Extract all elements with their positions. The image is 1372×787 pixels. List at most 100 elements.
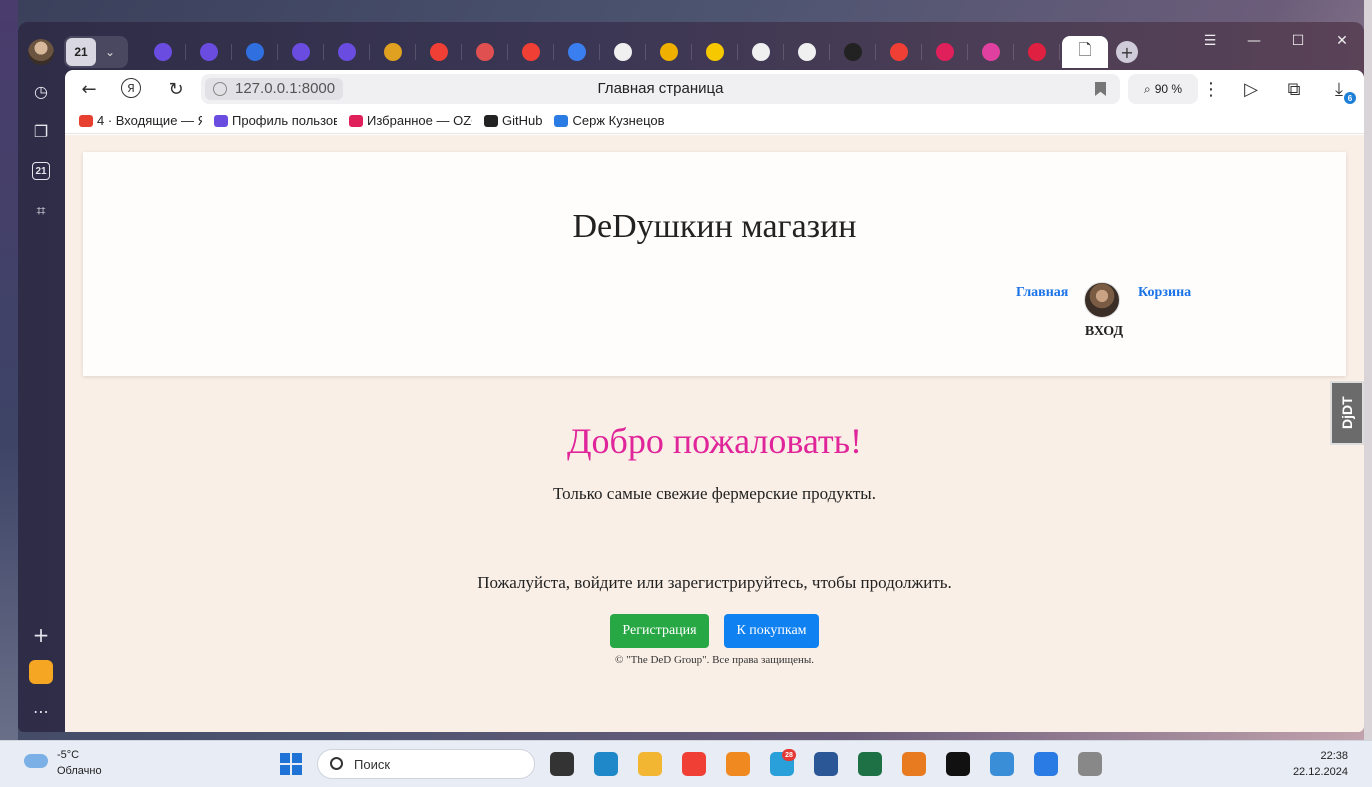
- media-player-icon: [902, 752, 926, 776]
- taskbar-app[interactable]: [1024, 749, 1068, 779]
- docs-icon: [246, 43, 264, 61]
- web-page: DeDушкин магазин Главная ВХОД Корзина До…: [65, 135, 1364, 732]
- site-header: DeDушкин магазин Главная ВХОД Корзина: [83, 152, 1346, 376]
- nav-cart-link[interactable]: Корзина: [1138, 285, 1191, 301]
- more-icon[interactable]: ⋯: [30, 700, 52, 722]
- new-tab-button[interactable]: +: [1116, 41, 1138, 63]
- taskbar-app[interactable]: [540, 749, 584, 779]
- close-button[interactable]: ✕: [1320, 30, 1364, 52]
- copyright: © "The DeD Group". Все права защищены.: [615, 654, 814, 666]
- welcome-heading: Добро пожаловать!: [566, 421, 863, 461]
- add-panel-icon[interactable]: +: [30, 623, 52, 647]
- taskbar-app[interactable]: [628, 749, 672, 779]
- address-page-title: Главная страница: [597, 80, 724, 97]
- toolbar: ← Я ↻ 127.0.0.1:8000 Главная страница ⌕ …: [65, 70, 1364, 108]
- zoom-button[interactable]: ⌕ 90 %: [1128, 74, 1198, 104]
- search-placeholder: Поиск: [354, 757, 391, 772]
- back-arrow-icon[interactable]: ←: [78, 78, 100, 100]
- maximize-button[interactable]: ☐: [1276, 30, 1320, 52]
- address-bar[interactable]: 127.0.0.1:8000 Главная страница: [201, 74, 1120, 104]
- tab-0[interactable]: [140, 40, 186, 64]
- tab-12[interactable]: [692, 40, 738, 64]
- tab-11[interactable]: [646, 40, 692, 64]
- bookmark-label: Профиль пользов: [232, 113, 337, 128]
- tab-19[interactable]: [1014, 40, 1060, 64]
- weather-temperature[interactable]: -5°C: [57, 749, 79, 761]
- taskbar-app[interactable]: [892, 749, 936, 779]
- taskbar-app[interactable]: [584, 749, 628, 779]
- bookmark-item[interactable]: Избранное — OZO: [349, 113, 472, 128]
- ozon-icon: [936, 43, 954, 61]
- wifi-profile-icon: [338, 43, 356, 61]
- tab-7[interactable]: [462, 40, 508, 64]
- bookmarks-bar: 4 · Входящие — Ян Профиль пользов Избранно…: [65, 108, 1364, 134]
- image-icon: [660, 43, 678, 61]
- mail-app-icon[interactable]: [29, 660, 53, 684]
- taskbar-app[interactable]: [1068, 749, 1112, 779]
- tab-15[interactable]: [830, 40, 876, 64]
- tab-17[interactable]: [922, 40, 968, 64]
- nav-home-link[interactable]: Главная: [1016, 285, 1068, 301]
- taskbar-app[interactable]: [936, 749, 980, 779]
- screenshot-icon[interactable]: ⌗: [30, 200, 52, 222]
- media-play-icon[interactable]: ▷: [1240, 78, 1262, 100]
- register-button[interactable]: Регистрация: [610, 614, 709, 648]
- tab-3[interactable]: [278, 40, 324, 64]
- tab-16[interactable]: [876, 40, 922, 64]
- taskbar-app[interactable]: [672, 749, 716, 779]
- desktop-left-edge: [0, 0, 18, 740]
- tab-group[interactable]: 21 ⌄: [64, 36, 128, 68]
- taskbar-app[interactable]: [980, 749, 1024, 779]
- taskbar: -5°C Облачно Поиск 28 22:38 22.12.2024: [0, 740, 1372, 787]
- windows-start-icon[interactable]: [280, 753, 302, 775]
- bookmark-item[interactable]: 4 · Входящие — Ян: [79, 113, 202, 128]
- tab-13[interactable]: [738, 40, 784, 64]
- bookmark-item[interactable]: Серж Кузнецов: [554, 113, 665, 128]
- shop-button[interactable]: К покупкам: [724, 614, 819, 648]
- cloud-icon[interactable]: [24, 754, 48, 768]
- user-avatar[interactable]: [1084, 282, 1120, 318]
- tabs-count-button[interactable]: 21: [30, 160, 52, 182]
- browser-sidebar: ◷ ❐ 21 ⌗ + ⋯: [18, 70, 65, 732]
- tab-2[interactable]: [232, 40, 278, 64]
- tab-menu-icon[interactable]: ☰: [1188, 30, 1232, 52]
- task-view-icon: [550, 752, 574, 776]
- edge-icon: [594, 752, 618, 776]
- yandex-icon[interactable]: Я: [121, 78, 141, 98]
- weather-condition[interactable]: Облачно: [57, 765, 102, 777]
- nav-login-link[interactable]: ВХОД: [1084, 324, 1124, 340]
- explorer-icon: [638, 752, 662, 776]
- collections-icon[interactable]: ❐: [30, 120, 52, 142]
- tab-5[interactable]: [370, 40, 416, 64]
- bookmark-item[interactable]: GitHub: [484, 113, 542, 128]
- telegram-badge: 28: [782, 749, 796, 761]
- tab-1[interactable]: [186, 40, 232, 64]
- tab-9[interactable]: [554, 40, 600, 64]
- tab-6[interactable]: [416, 40, 462, 64]
- chevron-down-icon[interactable]: ⌄: [105, 45, 115, 59]
- system-clock[interactable]: 22:38 22.12.2024: [1293, 748, 1348, 780]
- bookmark-label: GitHub: [502, 113, 543, 128]
- history-icon[interactable]: ◷: [30, 80, 52, 102]
- kebab-menu-icon[interactable]: ⋮: [1200, 78, 1222, 100]
- debug-toolbar-handle[interactable]: DjDT: [1330, 381, 1364, 445]
- reload-icon[interactable]: ↻: [165, 78, 187, 100]
- tab-4[interactable]: [324, 40, 370, 64]
- tab-8[interactable]: [508, 40, 554, 64]
- tab-18[interactable]: [968, 40, 1014, 64]
- minimize-button[interactable]: —: [1232, 30, 1276, 52]
- excel-icon: [858, 752, 882, 776]
- tab-14[interactable]: [784, 40, 830, 64]
- taskbar-app[interactable]: [804, 749, 848, 779]
- taskbar-app[interactable]: 28: [760, 749, 804, 779]
- extensions-icon[interactable]: ⧉: [1283, 78, 1305, 100]
- profile-avatar[interactable]: [28, 39, 54, 65]
- yandex-browser-icon: [682, 752, 706, 776]
- taskbar-search[interactable]: Поиск: [317, 749, 535, 779]
- taskbar-app[interactable]: [716, 749, 760, 779]
- color-wheel-icon: [384, 43, 402, 61]
- active-tab[interactable]: 🗋: [1062, 36, 1108, 68]
- bookmark-item[interactable]: Профиль пользов: [214, 113, 337, 128]
- taskbar-app[interactable]: [848, 749, 892, 779]
- tab-10[interactable]: [600, 40, 646, 64]
